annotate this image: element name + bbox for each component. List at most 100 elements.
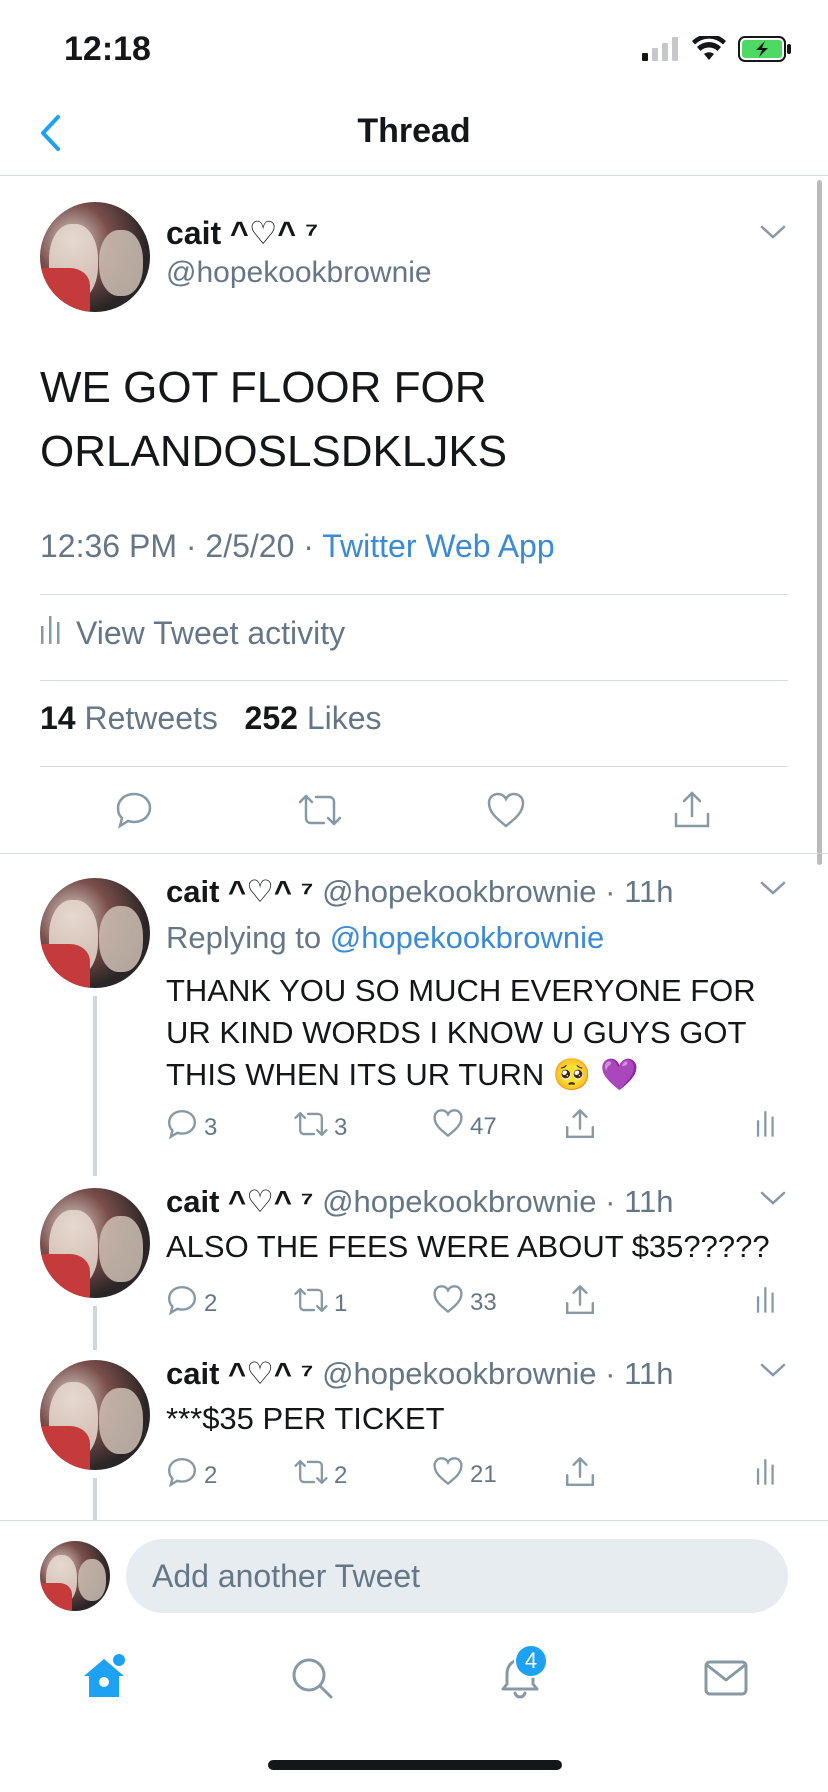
reply-tweet[interactable]: cait ^♡^ ⁷ @hopekookbrownie · 11h Replyi… <box>0 870 828 1170</box>
reply-header: cait ^♡^ ⁷ @hopekookbrownie · 11h <box>166 874 674 910</box>
nav-bar: Thread <box>0 100 828 176</box>
tweet-timestamp: 12:36 PM · 2/5/20 · <box>40 528 323 564</box>
page-title: Thread <box>357 112 471 150</box>
reply-icon <box>166 1456 198 1495</box>
retweet-icon <box>294 1108 328 1147</box>
reply-tweet[interactable]: cait ^♡^ ⁷ @hopekookbrownie · 11h ***$35… <box>0 1352 828 1512</box>
author-name[interactable]: cait ^♡^ ⁷ <box>166 1184 313 1219</box>
like-heart-icon <box>432 1456 464 1493</box>
retweet-count: 3 <box>334 1113 348 1141</box>
retweets-count: 14 <box>40 700 76 736</box>
author-handle-time[interactable]: @hopekookbrownie · 11h <box>322 874 673 909</box>
reply-header: cait ^♡^ ⁷ @hopekookbrownie · 11h <box>166 1184 674 1220</box>
reply-count: 3 <box>204 1113 218 1141</box>
home-icon <box>81 1653 127 1705</box>
reply-actions: 2 1 33 <box>166 1284 796 1324</box>
share-icon[interactable] <box>564 1108 596 1140</box>
status-icons <box>642 33 792 67</box>
like-heart-icon <box>432 1284 464 1321</box>
retweet-icon[interactable] <box>298 788 342 832</box>
tweet-text-line: ORLANDOSLSDKLJKS <box>40 427 508 476</box>
author-handle-time[interactable]: @hopekookbrownie · 11h <box>322 1184 673 1219</box>
tweet-activity-icon[interactable] <box>756 1456 776 1486</box>
like-count: 21 <box>470 1460 497 1488</box>
reply-header: cait ^♡^ ⁷ @hopekookbrownie · 11h <box>166 1356 674 1392</box>
cellular-signal-icon <box>642 37 680 66</box>
reply-actions: 2 2 21 <box>166 1456 796 1496</box>
like-button[interactable]: 33 <box>432 1284 497 1321</box>
tweet-activity-icon[interactable] <box>756 1108 776 1138</box>
share-icon[interactable] <box>564 1284 596 1316</box>
tab-home[interactable] <box>74 1650 134 1710</box>
reply-tweet[interactable]: cait ^♡^ ⁷ @hopekookbrownie · 11h ALSO T… <box>0 1180 828 1330</box>
retweet-icon <box>294 1456 328 1495</box>
tweet-options-chevron-icon[interactable] <box>758 1360 788 1390</box>
retweet-count: 1 <box>334 1289 348 1317</box>
view-tweet-activity-label: View Tweet activity <box>76 614 346 651</box>
retweet-button[interactable]: 3 <box>294 1108 347 1147</box>
reply-icon[interactable] <box>112 788 156 832</box>
tweet-options-chevron-icon[interactable] <box>758 1188 788 1218</box>
scrollbar[interactable] <box>817 180 822 865</box>
author-name[interactable]: cait ^♡^ ⁷ <box>166 1356 313 1391</box>
retweet-button[interactable]: 1 <box>294 1284 347 1323</box>
share-icon[interactable] <box>670 788 714 832</box>
likes-count: 252 <box>244 700 298 736</box>
replying-to-mention-link[interactable]: @hopekookbrownie <box>330 920 604 955</box>
like-heart-icon[interactable] <box>484 788 528 832</box>
replying-to-label: Replying to <box>166 920 330 955</box>
reply-count: 2 <box>204 1461 218 1489</box>
wifi-icon <box>692 33 726 67</box>
replying-to: Replying to @hopekookbrownie <box>166 920 604 956</box>
home-indicator[interactable] <box>268 1760 562 1770</box>
compose-bar: Add another Tweet <box>0 1520 828 1620</box>
activity-bars-icon <box>40 614 62 652</box>
likes-stat[interactable]: 252 Likes <box>245 700 382 736</box>
author-handle-time[interactable]: @hopekookbrownie · 11h <box>322 1356 673 1391</box>
retweets-label: Retweets <box>84 700 218 736</box>
retweets-stat[interactable]: 14 Retweets <box>40 700 218 736</box>
retweet-count: 2 <box>334 1461 348 1489</box>
tweet-activity-icon[interactable] <box>756 1284 776 1314</box>
avatar[interactable] <box>40 1188 150 1298</box>
tweet-text-line: WE GOT FLOOR FOR <box>40 363 487 412</box>
like-button[interactable]: 21 <box>432 1456 497 1493</box>
reply-button[interactable]: 2 <box>166 1456 217 1495</box>
status-time: 12:18 <box>64 30 151 68</box>
tab-search[interactable] <box>282 1650 342 1710</box>
reply-button[interactable]: 2 <box>166 1284 217 1323</box>
avatar[interactable] <box>40 1360 150 1470</box>
status-bar: 12:18 <box>0 0 828 100</box>
reply-button[interactable]: 3 <box>166 1108 217 1147</box>
reply-text: ALSO THE FEES WERE ABOUT $35????? <box>166 1229 770 1264</box>
tweet-options-chevron-icon[interactable] <box>758 222 788 252</box>
like-button[interactable]: 47 <box>432 1108 497 1145</box>
share-icon[interactable] <box>564 1456 596 1488</box>
retweet-button[interactable]: 2 <box>294 1456 347 1495</box>
author-name[interactable]: cait ^♡^ ⁷ <box>166 214 318 252</box>
avatar[interactable] <box>40 1541 110 1611</box>
divider <box>40 680 788 681</box>
reply-icon <box>166 1284 198 1323</box>
view-tweet-activity-button[interactable]: View Tweet activity <box>40 614 345 652</box>
divider <box>40 766 788 767</box>
add-tweet-input[interactable]: Add another Tweet <box>126 1539 788 1613</box>
reply-actions: 3 3 47 <box>166 1108 796 1148</box>
tweet-source-app-link[interactable]: Twitter Web App <box>322 528 554 564</box>
divider <box>40 594 788 595</box>
tab-bar: 4 <box>0 1630 828 1730</box>
tweet-stats: 14 Retweets 252 Likes <box>40 700 382 737</box>
tweet-text: WE GOT FLOOR FOR ORLANDOSLSDKLJKS <box>40 356 780 484</box>
reply-text: THANK YOU SO MUCH EVERYONE FOR UR KIND W… <box>166 973 756 1092</box>
author-name[interactable]: cait ^♡^ ⁷ <box>166 874 313 909</box>
tab-messages[interactable] <box>696 1650 756 1710</box>
author-handle[interactable]: @hopekookbrownie <box>166 256 432 290</box>
search-icon <box>290 1656 334 1705</box>
tweet-options-chevron-icon[interactable] <box>758 878 788 908</box>
home-new-dot <box>113 1653 125 1666</box>
tab-notifications[interactable]: 4 <box>490 1643 550 1710</box>
divider <box>0 853 828 854</box>
avatar[interactable] <box>40 202 150 312</box>
notifications-badge: 4 <box>514 1643 548 1678</box>
avatar[interactable] <box>40 878 150 988</box>
